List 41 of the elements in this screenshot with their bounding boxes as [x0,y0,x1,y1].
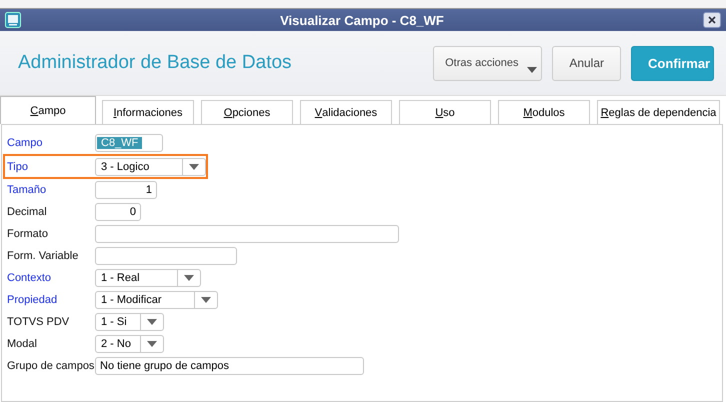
dropdown-arrow-icon [147,341,157,347]
tab[interactable]: Campo [0,96,96,124]
tab[interactable]: Reglas de dependencia [597,100,720,124]
input-field[interactable]: No tiene grupo de campos [95,357,364,375]
input-field[interactable] [95,225,399,243]
dropdown[interactable]: 1 - Real [95,269,201,287]
tab[interactable]: Informaciones [102,100,194,124]
field-label: Contexto [7,272,52,284]
cancel-button[interactable]: Anular [552,46,621,80]
dropdown-arrow-icon [184,275,194,281]
field-label: Modal [7,338,38,350]
field-label: Formato [7,228,49,240]
dropdown[interactable]: 1 - Modificar [95,291,218,309]
caret-icon [527,66,538,72]
field-label: TOTVS PDV [7,316,70,328]
dropdown-arrow-icon [147,319,157,325]
field-label: Campo [7,137,44,149]
dropdown[interactable]: 2 - No [95,335,164,353]
dropdown[interactable]: 1 - Si [95,313,164,331]
field-label: Decimal [7,206,48,218]
tab[interactable]: Validaciones [300,100,392,124]
menu-button[interactable]: Otras acciones [433,46,542,80]
monitor-icon [5,12,21,28]
field-label: Propiedad [7,294,58,306]
close-button[interactable] [703,12,721,28]
window-title: Visualizar Campo - C8_WF [279,12,445,28]
tab[interactable]: Uso [399,100,491,124]
tab[interactable]: Opciones [201,100,293,124]
field-label: Tamaño [7,184,48,196]
close-icon [708,16,716,24]
field-label: Form. Variable [7,250,80,262]
field-label: Tipo [7,160,29,172]
input-field[interactable]: 1 [95,181,157,199]
field-label: Grupo de campos [7,360,95,372]
app-title: Administrador de Base de Datos [18,52,293,74]
dropdown-arrow-icon [201,297,211,303]
tab[interactable]: Modulos [498,100,590,124]
input-field[interactable]: 0 [95,203,141,221]
dropdown[interactable]: 3 - Logico [95,158,206,176]
dropdown-arrow-icon [189,164,199,170]
input-field[interactable] [95,247,237,265]
